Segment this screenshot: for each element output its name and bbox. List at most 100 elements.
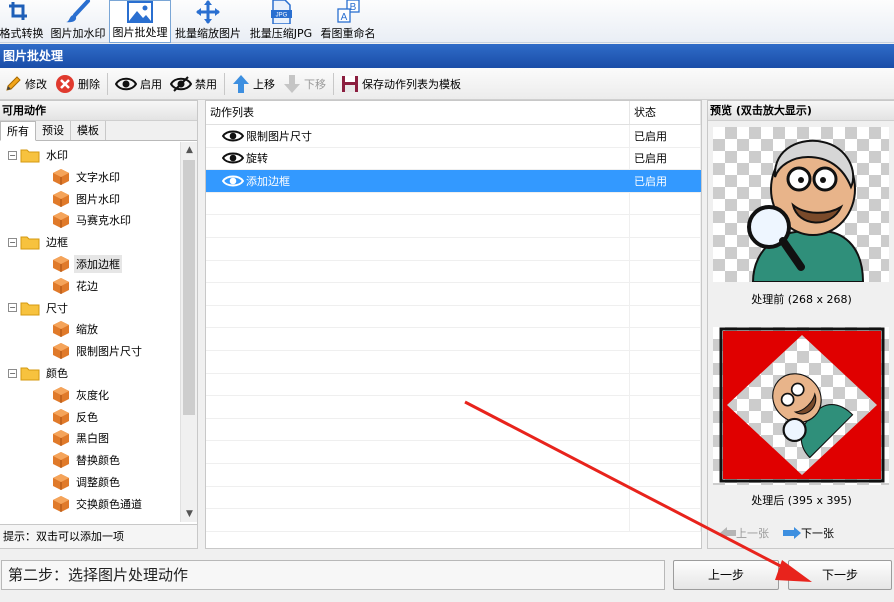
eye-icon[interactable]	[222, 151, 244, 165]
tree-label: 黑白图	[76, 432, 109, 446]
tree-folder[interactable]: − 颜色	[8, 362, 70, 384]
tree-folder[interactable]: − 尺寸	[8, 297, 70, 319]
empty-cell	[206, 260, 630, 283]
save-template-label: 保存动作列表为模板	[362, 77, 461, 91]
empty-cell	[206, 396, 630, 418]
tree-item[interactable]: 黑白图	[52, 427, 111, 449]
scrollbar-thumb[interactable]	[183, 160, 195, 415]
tree-item[interactable]: 限制图片尺寸	[52, 340, 144, 362]
prev-image-button[interactable]: 上一张	[720, 525, 769, 541]
tool-batch-process[interactable]: 图片批处理	[109, 0, 171, 43]
scroll-down-arrow[interactable]: ▼	[181, 506, 198, 522]
box-icon	[53, 474, 69, 490]
tree-item[interactable]: 添加边框	[52, 253, 122, 275]
arrow-up-icon	[233, 74, 249, 93]
scroll-up-arrow[interactable]: ▲	[181, 142, 198, 158]
tree-item[interactable]: 马赛克水印	[52, 209, 133, 231]
table-body: 限制图片尺寸 已启用 旋转 已启用 添加边框 已启用	[206, 125, 701, 532]
tool-batch-resize[interactable]: 批量缩放图片	[171, 0, 245, 43]
table-row[interactable]: 旋转 已启用	[206, 147, 701, 171]
action-name: 旋转	[246, 152, 268, 166]
empty-table-row	[206, 441, 701, 464]
tree-folder[interactable]: − 水印	[8, 144, 70, 166]
tree-item[interactable]: 反色	[52, 406, 100, 428]
empty-table-row	[206, 350, 701, 374]
empty-table-row	[206, 237, 701, 261]
tree-label: 替换颜色	[76, 454, 120, 468]
collapse-toggle-icon[interactable]: −	[8, 237, 17, 247]
collapse-toggle-icon[interactable]: −	[8, 368, 17, 378]
column-action-list[interactable]: 动作列表	[206, 101, 630, 124]
empty-cell	[206, 463, 630, 486]
move-down-button[interactable]: 下移	[279, 71, 330, 97]
empty-cell	[206, 215, 630, 237]
table-header: 动作列表 状态	[206, 101, 701, 125]
tab-all[interactable]: 所有	[0, 121, 36, 141]
tab-preset[interactable]: 预设	[36, 121, 71, 140]
box-icon	[53, 256, 69, 272]
tool-rename[interactable]: B A 看图重命名	[317, 0, 379, 43]
tree-label: 颜色	[46, 367, 68, 380]
tree-item[interactable]: 调整颜色	[52, 471, 122, 493]
arrow-down-icon	[284, 74, 300, 93]
tree-label: 添加边框	[74, 255, 122, 273]
table-row[interactable]: 添加边框 已启用	[206, 170, 701, 193]
preview-nav: 上一张 下一张	[720, 525, 848, 541]
jpg-file-icon: JPG	[271, 0, 292, 24]
empty-cell	[206, 441, 630, 463]
move-up-button[interactable]: 上移	[228, 71, 279, 97]
preview-after-image[interactable]	[713, 327, 889, 485]
delete-button[interactable]: 删除	[51, 71, 104, 97]
empty-table-row	[206, 192, 701, 216]
tool-batch-compress[interactable]: JPG 批量压缩JPG	[245, 0, 317, 43]
edit-button[interactable]: 修改	[0, 71, 51, 97]
tool-label: 看图重命名	[320, 27, 376, 40]
column-status[interactable]: 状态	[630, 101, 701, 124]
tree-item[interactable]: 替换颜色	[52, 449, 122, 471]
empty-cell	[206, 373, 630, 396]
disable-button[interactable]: 禁用	[166, 71, 221, 97]
previous-step-button[interactable]: 上一步	[673, 560, 779, 590]
action-name-cell: 添加边框	[206, 170, 630, 192]
collapse-toggle-icon[interactable]: −	[8, 303, 17, 313]
eye-icon[interactable]	[222, 129, 244, 143]
tool-label: 格式转换	[0, 27, 44, 40]
tree-folder[interactable]: − 边框	[8, 231, 70, 253]
action-name: 添加边框	[246, 174, 290, 188]
tree-item[interactable]: 交换颜色通道	[52, 493, 144, 515]
tool-format-convert[interactable]: 格式转换	[0, 0, 47, 43]
save-template-button[interactable]: 保存动作列表为模板	[337, 71, 465, 97]
tree-item[interactable]: 文字水印	[52, 166, 122, 188]
eye-icon[interactable]	[222, 174, 244, 188]
box-icon	[53, 343, 69, 360]
tree-scrollbar[interactable]: ▲ ▼	[180, 142, 197, 522]
folder-icon	[20, 149, 40, 163]
tree-item[interactable]: 图片水印	[52, 188, 122, 210]
tree-item[interactable]: 花边	[52, 275, 100, 297]
tree-item[interactable]: 灰度化	[52, 384, 111, 406]
toolbar-separator	[107, 72, 108, 95]
next-step-button[interactable]: 下一步	[788, 560, 892, 590]
empty-cell	[630, 509, 701, 531]
empty-cell	[206, 192, 630, 215]
eye-off-icon	[170, 75, 192, 92]
tree-item[interactable]: 缩放	[52, 318, 100, 340]
wizard-footer: 第二步：选择图片处理动作 上一步 下一步	[0, 552, 894, 602]
tree-label: 边框	[46, 236, 68, 250]
eye-icon	[115, 77, 137, 90]
empty-table-row	[206, 283, 701, 306]
collapse-toggle-icon[interactable]: −	[8, 150, 17, 160]
preview-before-image[interactable]	[713, 127, 889, 283]
enable-button[interactable]: 启用	[111, 71, 166, 97]
table-row[interactable]: 限制图片尺寸 已启用	[206, 125, 701, 148]
next-image-button[interactable]: 下一张	[783, 525, 834, 541]
empty-cell	[630, 192, 701, 215]
svg-text:B: B	[350, 2, 357, 13]
app-window: 格式转换 图片加水印 图片批处理 批量缩放图片 JPG 批量压缩JPG B A …	[0, 0, 894, 602]
section-title-bar: 图片批处理	[0, 44, 894, 68]
tree-label: 图片水印	[76, 192, 120, 206]
tool-add-watermark[interactable]: 图片加水印	[47, 0, 109, 43]
splitter-left[interactable]	[198, 100, 204, 549]
tab-template[interactable]: 模板	[71, 121, 106, 140]
empty-cell	[206, 486, 630, 509]
